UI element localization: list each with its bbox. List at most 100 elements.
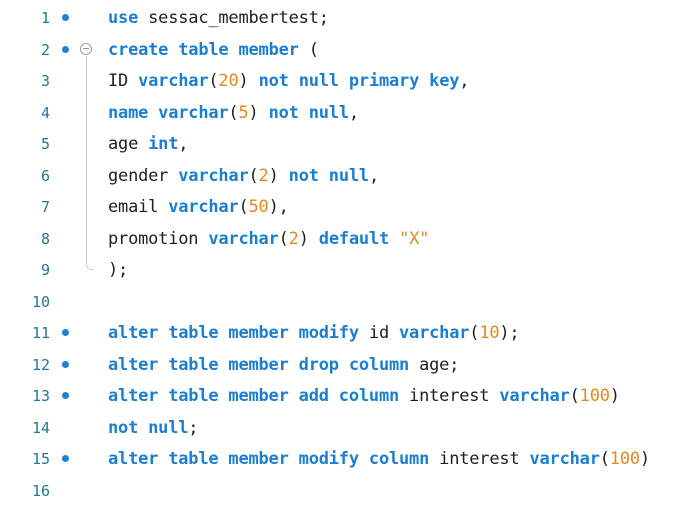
code-text[interactable]: email varchar(50), — [108, 197, 289, 217]
text-token: ( — [298, 39, 319, 60]
gutter[interactable]: 7 — [0, 191, 108, 223]
code-line[interactable]: 8 promotion varchar(2) default "X" — [0, 223, 688, 255]
line-number: 16 — [31, 481, 50, 500]
number-token: 2 — [288, 228, 299, 249]
number-token: 2 — [258, 165, 269, 186]
code-text[interactable]: age int, — [108, 134, 188, 154]
gutter[interactable]: 9 — [0, 254, 108, 287]
code-line[interactable]: 3 ID varchar(20) not null primary key, — [0, 65, 688, 97]
keyword-token: varchar — [399, 323, 470, 344]
code-line[interactable]: 4 name varchar(5) not null, — [0, 97, 688, 129]
gutter[interactable]: 2 — [0, 34, 108, 66]
text-token: ( — [569, 386, 580, 407]
breakpoint-dot-icon[interactable] — [62, 14, 69, 22]
code-text[interactable]: alter table member add column interest v… — [108, 386, 620, 406]
text-token: ( — [278, 228, 289, 249]
code-line[interactable]: 10 — [0, 286, 688, 318]
line-number: 13 — [31, 387, 50, 406]
text-token: ), — [268, 197, 289, 218]
breakpoint-dot-icon[interactable] — [62, 45, 69, 53]
code-line[interactable]: 2 create table member ( — [0, 34, 688, 66]
code-line[interactable]: 6 gender varchar(2) not null, — [0, 160, 688, 192]
code-text[interactable]: ID varchar(20) not null primary key, — [108, 71, 470, 92]
code-line[interactable]: 11 alter table member modify id varchar(1… — [0, 318, 688, 350]
code-text[interactable]: name varchar(5) not null, — [108, 103, 359, 123]
line-number: 15 — [31, 450, 50, 469]
code-line[interactable]: 9); — [0, 254, 688, 287]
string-token: "X" — [399, 228, 430, 249]
text-token: ) — [268, 165, 289, 186]
code-text[interactable]: gender varchar(2) not null, — [108, 166, 379, 186]
line-number: 11 — [31, 324, 50, 343]
code-text[interactable]: ); — [108, 260, 128, 280]
text-token: , — [178, 134, 189, 155]
text-token: ( — [238, 197, 249, 218]
code-line[interactable]: 16 — [0, 475, 688, 507]
gutter[interactable]: 6 — [0, 160, 108, 192]
breakpoint-dot-icon[interactable] — [62, 392, 69, 400]
text-token: age — [108, 134, 149, 155]
gutter[interactable]: 1 — [0, 3, 108, 35]
gutter[interactable]: 11 — [0, 318, 108, 350]
code-line[interactable]: 13 alter table member add column interest… — [0, 381, 688, 413]
code-editor[interactable]: 1 use sessac_membertest; 2 create table mem… — [0, 0, 688, 500]
keyword-token: varchar — [138, 71, 209, 92]
text-token: interest — [399, 386, 500, 407]
keyword-token: not null — [268, 102, 349, 123]
breakpoint-dot-icon[interactable] — [62, 455, 69, 463]
gutter[interactable]: 12 — [0, 349, 108, 381]
text-token: ) — [609, 386, 620, 407]
code-text[interactable]: alter table member modify column interes… — [108, 449, 660, 469]
keyword-token: name varchar — [108, 102, 229, 123]
text-token: ); — [499, 323, 520, 344]
fold-guide-line — [85, 65, 87, 97]
code-text[interactable]: alter table member modify id varchar(10)… — [108, 323, 520, 344]
keyword-token: alter table member modify — [108, 323, 359, 344]
number-token: 100 — [609, 449, 640, 470]
text-token: ( — [228, 102, 239, 123]
line-number: 12 — [31, 355, 50, 374]
fold-guide-line — [85, 55, 87, 66]
code-text[interactable]: promotion varchar(2) default "X" — [108, 229, 429, 249]
code-text[interactable]: alter table member drop column age; — [108, 355, 459, 375]
text-token: ; — [188, 417, 199, 438]
code-text[interactable]: use sessac_membertest; — [108, 8, 329, 28]
code-line[interactable]: 5 age int, — [0, 128, 688, 160]
code-line[interactable]: 15 alter table member modify column inter… — [0, 444, 688, 476]
code-line[interactable]: 7 email varchar(50), — [0, 191, 688, 223]
gutter[interactable]: 13 — [0, 381, 108, 413]
code-line[interactable]: 14 not null; — [0, 412, 688, 444]
code-line[interactable]: 12 alter table member drop column age; — [0, 349, 688, 381]
gutter[interactable]: 3 — [0, 65, 108, 97]
fold-guide-line — [85, 160, 87, 192]
text-token: ( — [248, 165, 259, 186]
keyword-token: use — [108, 8, 139, 29]
text-token: , — [368, 165, 379, 186]
gutter[interactable]: 4 — [0, 97, 108, 129]
gutter[interactable]: 5 — [0, 128, 108, 160]
keyword-token: default — [318, 228, 390, 249]
breakpoint-dot-icon[interactable] — [62, 360, 69, 368]
keyword-token: not null — [288, 165, 369, 186]
number-token: 20 — [218, 71, 239, 92]
text-token: ) — [238, 71, 259, 92]
text-token: ) — [298, 228, 319, 249]
text-token: sessac_membertest; — [138, 8, 329, 29]
gutter[interactable]: 14 — [0, 412, 108, 444]
line-number: 7 — [40, 198, 50, 217]
keyword-token: alter table member add column — [108, 386, 400, 407]
code-text[interactable]: not null; — [108, 417, 199, 438]
line-number: 9 — [40, 261, 50, 280]
gutter[interactable]: 15 — [0, 444, 108, 476]
keyword-token: member — [238, 39, 299, 60]
fold-guide-line — [85, 191, 87, 223]
keyword-token: varchar — [529, 449, 600, 470]
breakpoint-dot-icon[interactable] — [62, 329, 69, 337]
gutter[interactable]: 8 — [0, 223, 108, 255]
gutter[interactable]: 16 — [0, 475, 108, 507]
gutter[interactable]: 10 — [0, 286, 108, 318]
text-token: age; — [409, 354, 460, 375]
code-text[interactable]: create table member ( — [108, 40, 319, 60]
code-line[interactable]: 1 use sessac_membertest; — [0, 3, 688, 35]
fold-collapse-icon[interactable] — [80, 42, 92, 55]
